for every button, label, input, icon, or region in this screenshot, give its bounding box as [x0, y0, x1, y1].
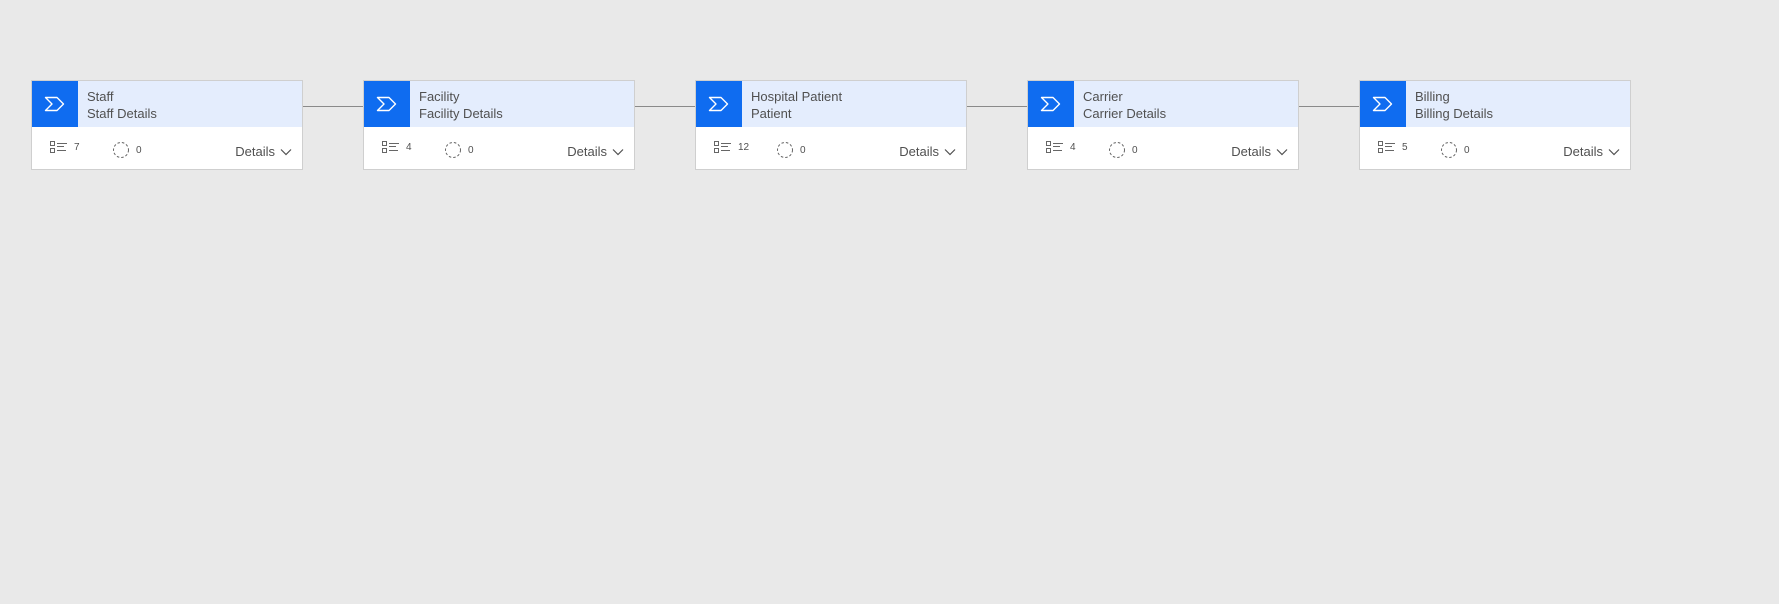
stage-title: Staff: [87, 89, 114, 104]
steps-count: 4: [1046, 141, 1076, 153]
stage-header[interactable]: Hospital Patient Patient: [696, 81, 966, 127]
flows-count-value: 0: [800, 144, 806, 156]
details-label: Details: [1563, 144, 1603, 159]
chevron-down-icon: [1608, 148, 1620, 156]
details-toggle[interactable]: Details: [899, 144, 956, 159]
stage-icon-box: [696, 81, 742, 127]
dashed-circle-icon: [1440, 141, 1458, 159]
dashed-circle-icon: [776, 141, 794, 159]
stage-title: Facility: [419, 89, 460, 104]
steps-count: 5: [1378, 141, 1408, 153]
stage-footer: 12 0 Details: [696, 127, 966, 169]
stage-footer: 4 0 Details: [1028, 127, 1298, 169]
process-canvas: Staff Staff Details 7 0 Details Facility…: [0, 0, 1779, 604]
stage-texts: Facility Facility Details: [419, 88, 628, 122]
chevron-stage-icon: [708, 96, 730, 112]
stage-connector: [635, 106, 695, 107]
steps-count: 4: [382, 141, 412, 153]
stage-title: Carrier: [1083, 89, 1123, 104]
flows-count: 0: [1440, 141, 1470, 159]
stage-connector: [1299, 106, 1359, 107]
steps-count-value: 5: [1402, 141, 1408, 153]
stage-header[interactable]: Facility Facility Details: [364, 81, 634, 127]
steps-list-icon: [382, 141, 400, 153]
stage-subtitle: Carrier Details: [1083, 106, 1167, 121]
stage-subtitle: Facility Details: [419, 106, 503, 121]
steps-count-value: 12: [738, 141, 750, 153]
details-toggle[interactable]: Details: [235, 144, 292, 159]
stage-subtitle: Staff Details: [87, 106, 157, 121]
stage-icon-box: [32, 81, 78, 127]
flows-count-value: 0: [468, 144, 474, 156]
stage-footer: 4 0 Details: [364, 127, 634, 169]
stage-connector: [303, 106, 363, 107]
steps-count-value: 4: [1070, 141, 1076, 153]
flows-count-value: 0: [1464, 144, 1470, 156]
stage-title: Billing: [1415, 89, 1450, 104]
dashed-circle-icon: [1108, 141, 1126, 159]
stage-texts: Carrier Carrier Details: [1083, 88, 1292, 122]
stage-icon-box: [1028, 81, 1074, 127]
stage-texts: Staff Staff Details: [87, 88, 296, 122]
steps-count-value: 7: [74, 141, 80, 153]
details-label: Details: [1231, 144, 1271, 159]
stage-card-carrier[interactable]: Carrier Carrier Details 4 0 Details: [1027, 80, 1299, 170]
stage-header[interactable]: Billing Billing Details: [1360, 81, 1630, 127]
chevron-stage-icon: [1372, 96, 1394, 112]
details-label: Details: [899, 144, 939, 159]
dashed-circle-icon: [444, 141, 462, 159]
chevron-stage-icon: [1040, 96, 1062, 112]
steps-list-icon: [50, 141, 68, 153]
stage-footer: 7 0 Details: [32, 127, 302, 169]
steps-count: 12: [714, 141, 749, 153]
stage-header[interactable]: Staff Staff Details: [32, 81, 302, 127]
steps-list-icon: [1046, 141, 1064, 153]
stage-card-hospital-patient[interactable]: Hospital Patient Patient 12 0 Details: [695, 80, 967, 170]
dashed-circle-icon: [112, 141, 130, 159]
chevron-stage-icon: [376, 96, 398, 112]
chevron-down-icon: [280, 148, 292, 156]
details-label: Details: [567, 144, 607, 159]
steps-list-icon: [714, 141, 732, 153]
flows-count: 0: [112, 141, 142, 159]
details-toggle[interactable]: Details: [567, 144, 624, 159]
stage-subtitle: Patient: [751, 106, 792, 121]
chevron-stage-icon: [44, 96, 66, 112]
stage-icon-box: [1360, 81, 1406, 127]
stage-card-billing[interactable]: Billing Billing Details 5 0 Details: [1359, 80, 1631, 170]
stage-subtitle: Billing Details: [1415, 106, 1494, 121]
stage-texts: Billing Billing Details: [1415, 88, 1624, 122]
steps-count-value: 4: [406, 141, 412, 153]
stage-footer: 5 0 Details: [1360, 127, 1630, 169]
chevron-down-icon: [944, 148, 956, 156]
details-toggle[interactable]: Details: [1563, 144, 1620, 159]
steps-count: 7: [50, 141, 80, 153]
stage-icon-box: [364, 81, 410, 127]
flows-count: 0: [444, 141, 474, 159]
details-label: Details: [235, 144, 275, 159]
stage-connector: [967, 106, 1027, 107]
flows-count-value: 0: [136, 144, 142, 156]
details-toggle[interactable]: Details: [1231, 144, 1288, 159]
stage-texts: Hospital Patient Patient: [751, 88, 960, 122]
stage-card-facility[interactable]: Facility Facility Details 4 0 Details: [363, 80, 635, 170]
flows-count: 0: [776, 141, 806, 159]
stage-header[interactable]: Carrier Carrier Details: [1028, 81, 1298, 127]
steps-list-icon: [1378, 141, 1396, 153]
flows-count-value: 0: [1132, 144, 1138, 156]
stage-title: Hospital Patient: [751, 89, 843, 104]
chevron-down-icon: [612, 148, 624, 156]
flows-count: 0: [1108, 141, 1138, 159]
stage-card-staff[interactable]: Staff Staff Details 7 0 Details: [31, 80, 303, 170]
chevron-down-icon: [1276, 148, 1288, 156]
